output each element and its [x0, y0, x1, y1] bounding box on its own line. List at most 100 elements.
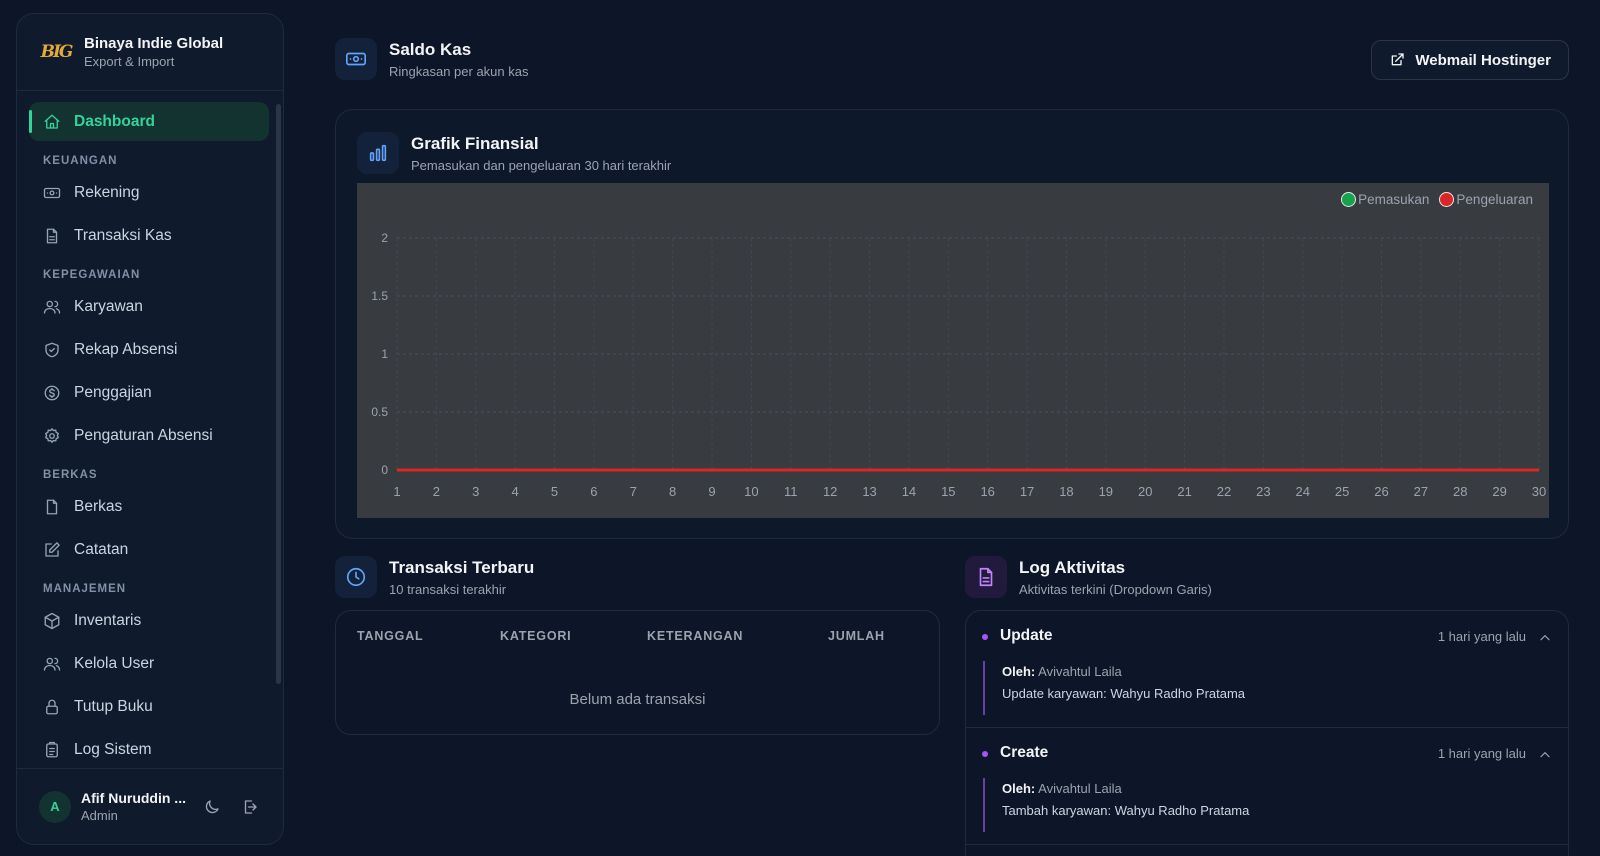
log-details: Oleh: Avivahtul Laila Update karyawan: W…: [983, 661, 1245, 715]
clipboard-icon: [46, 741, 58, 757]
sidebar-item-penggajian[interactable]: Penggajian: [29, 373, 269, 412]
nav-section-kepegawaian: KEPEGAWAIAN: [43, 269, 141, 281]
page-title: Saldo Kas: [389, 39, 472, 59]
x-tick-label: 7: [630, 484, 637, 499]
users-icon: [43, 657, 61, 671]
home-icon: [44, 114, 60, 129]
brand-title: Binaya Indie Global: [84, 35, 224, 52]
theme-toggle-button[interactable]: [201, 796, 223, 818]
column-header-tanggal: TANGGAL: [357, 629, 424, 643]
page-subtitle: Ringkasan per akun kas: [389, 63, 529, 79]
x-tick-label: 2: [433, 484, 440, 499]
nav-section-manajemen: MANAJEMEN: [43, 583, 127, 595]
activity-log-icon-box: [965, 556, 1007, 598]
lock-icon: [46, 699, 58, 714]
sidebar-item-label: Karyawan: [74, 297, 143, 315]
x-tick-label: 16: [980, 484, 994, 499]
webmail-label: Webmail Hostinger: [1415, 51, 1551, 69]
x-tick-label: 12: [823, 484, 837, 499]
log-entry[interactable]: Create 1 hari yang lalu Oleh: Avivahtul …: [966, 728, 1568, 845]
moon-icon: [205, 799, 219, 813]
header-icon-box: [335, 38, 377, 80]
x-tick-label: 24: [1295, 484, 1309, 499]
box-icon: [44, 612, 60, 629]
sidebar-item-karyawan[interactable]: Karyawan: [29, 287, 269, 326]
clock-icon: [346, 567, 366, 587]
sidebar-item-label: Transaksi Kas: [74, 226, 172, 244]
sidebar-nav: Dashboard KEUANGAN Rekening Transaksi Ka…: [29, 102, 269, 773]
x-tick-label: 8: [669, 484, 676, 499]
x-tick-label: 21: [1177, 484, 1191, 499]
sidebar-item-catatan[interactable]: Catatan: [29, 530, 269, 569]
legend-swatch: [1439, 192, 1455, 207]
sidebar-item-rekening[interactable]: Rekening: [29, 173, 269, 212]
x-tick-label: 28: [1453, 484, 1467, 499]
log-actor-label: Oleh:: [1002, 664, 1036, 679]
legend-item-pemasukan[interactable]: Pemasukan: [1341, 192, 1429, 207]
x-tick-label: 10: [744, 484, 758, 499]
sidebar-scrollbar[interactable]: [276, 104, 281, 684]
legend-label: Pengeluaran: [1456, 192, 1533, 207]
brand-logo: BIG: [40, 42, 74, 62]
collapse-toggle[interactable]: [1538, 748, 1552, 762]
x-tick-label: 3: [472, 484, 479, 499]
sidebar-item-kelola-user[interactable]: Kelola User: [29, 644, 269, 683]
column-header-keterangan: KETERANGAN: [647, 629, 744, 643]
legend-item-pengeluaran[interactable]: Pengeluaran: [1439, 192, 1533, 207]
chart-legend: Pemasukan Pengeluaran: [1341, 192, 1533, 207]
x-tick-label: 30: [1532, 484, 1546, 499]
x-tick-label: 18: [1059, 484, 1073, 499]
sidebar-item-label: Pengaturan Absensi: [74, 426, 213, 444]
log-description: Tambah karyawan: Wahyu Radho Pratama: [1002, 803, 1250, 818]
log-time: 1 hari yang lalu: [1437, 746, 1526, 761]
sidebar-item-rekap-absensi[interactable]: Rekap Absensi: [29, 330, 269, 369]
sidebar-item-label: Rekening: [74, 183, 140, 201]
financial-chart-card: Grafik Finansial Pemasukan dan pengeluar…: [335, 109, 1569, 539]
log-action: Update: [1000, 627, 1053, 644]
sidebar-item-label: Catatan: [74, 540, 129, 558]
log-actor: Oleh: Avivahtul Laila: [1002, 661, 1245, 683]
brand: BIG Binaya Indie Global Export & Import: [17, 14, 283, 91]
x-tick-label: 1: [393, 484, 400, 499]
sidebar: BIG Binaya Indie Global Export & Import …: [16, 13, 284, 845]
log-dot: [982, 751, 988, 757]
transactions-subtitle: 10 transaksi terakhir: [389, 581, 507, 597]
activity-log-header: Log Aktivitas Aktivitas terkini (Dropdow…: [965, 556, 1212, 598]
y-tick-label: 1: [381, 347, 388, 361]
page-header: Saldo Kas Ringkasan per akun kas: [335, 38, 528, 80]
sidebar-item-pengaturan-absensi[interactable]: Pengaturan Absensi: [29, 416, 269, 455]
webmail-hostinger-button[interactable]: Webmail Hostinger: [1371, 40, 1569, 80]
log-actor-name: Avivahtul Laila: [1038, 781, 1122, 796]
x-tick-label: 17: [1020, 484, 1034, 499]
activity-log-list: Update 1 hari yang lalu Oleh: Avivahtul …: [965, 610, 1569, 856]
sidebar-item-dashboard[interactable]: Dashboard: [29, 102, 269, 141]
log-actor-name: Avivahtul Laila: [1038, 664, 1122, 679]
sidebar-item-berkas[interactable]: Berkas: [29, 487, 269, 526]
log-description: Update karyawan: Wahyu Radho Pratama: [1002, 686, 1246, 701]
user-name: Afif Nuruddin ...: [81, 790, 186, 806]
x-tick-label: 25: [1335, 484, 1349, 499]
sidebar-item-log-sistem[interactable]: Log Sistem: [29, 730, 269, 769]
log-dot: [982, 634, 988, 640]
y-tick-label: 0.5: [371, 405, 388, 419]
log-entry[interactable]: Update 1 hari yang lalu Oleh: Avivahtul …: [966, 611, 1568, 728]
file-text-icon: [979, 567, 993, 587]
user-profile: A Afif Nuruddin ... Admin: [17, 768, 283, 844]
log-action: Create: [1000, 744, 1049, 761]
x-tick-label: 19: [1099, 484, 1113, 499]
chart-subtitle: Pemasukan dan pengeluaran 30 hari terakh…: [411, 157, 672, 173]
banknote-icon: [43, 187, 61, 198]
chart-title: Grafik Finansial: [411, 133, 539, 153]
sidebar-item-label: Berkas: [74, 497, 123, 515]
sidebar-item-transaksi-kas[interactable]: Transaksi Kas: [29, 216, 269, 255]
collapse-toggle[interactable]: [1538, 631, 1552, 645]
file-icon: [46, 499, 58, 514]
x-tick-label: 6: [590, 484, 597, 499]
logout-button[interactable]: [239, 796, 261, 818]
nav-section-berkas: BERKAS: [43, 469, 98, 481]
banknote-icon: [346, 52, 366, 66]
avatar: A: [39, 790, 71, 823]
x-tick-label: 29: [1492, 484, 1506, 499]
sidebar-item-inventaris[interactable]: Inventaris: [29, 601, 269, 640]
sidebar-item-tutup-buku[interactable]: Tutup Buku: [29, 687, 269, 726]
